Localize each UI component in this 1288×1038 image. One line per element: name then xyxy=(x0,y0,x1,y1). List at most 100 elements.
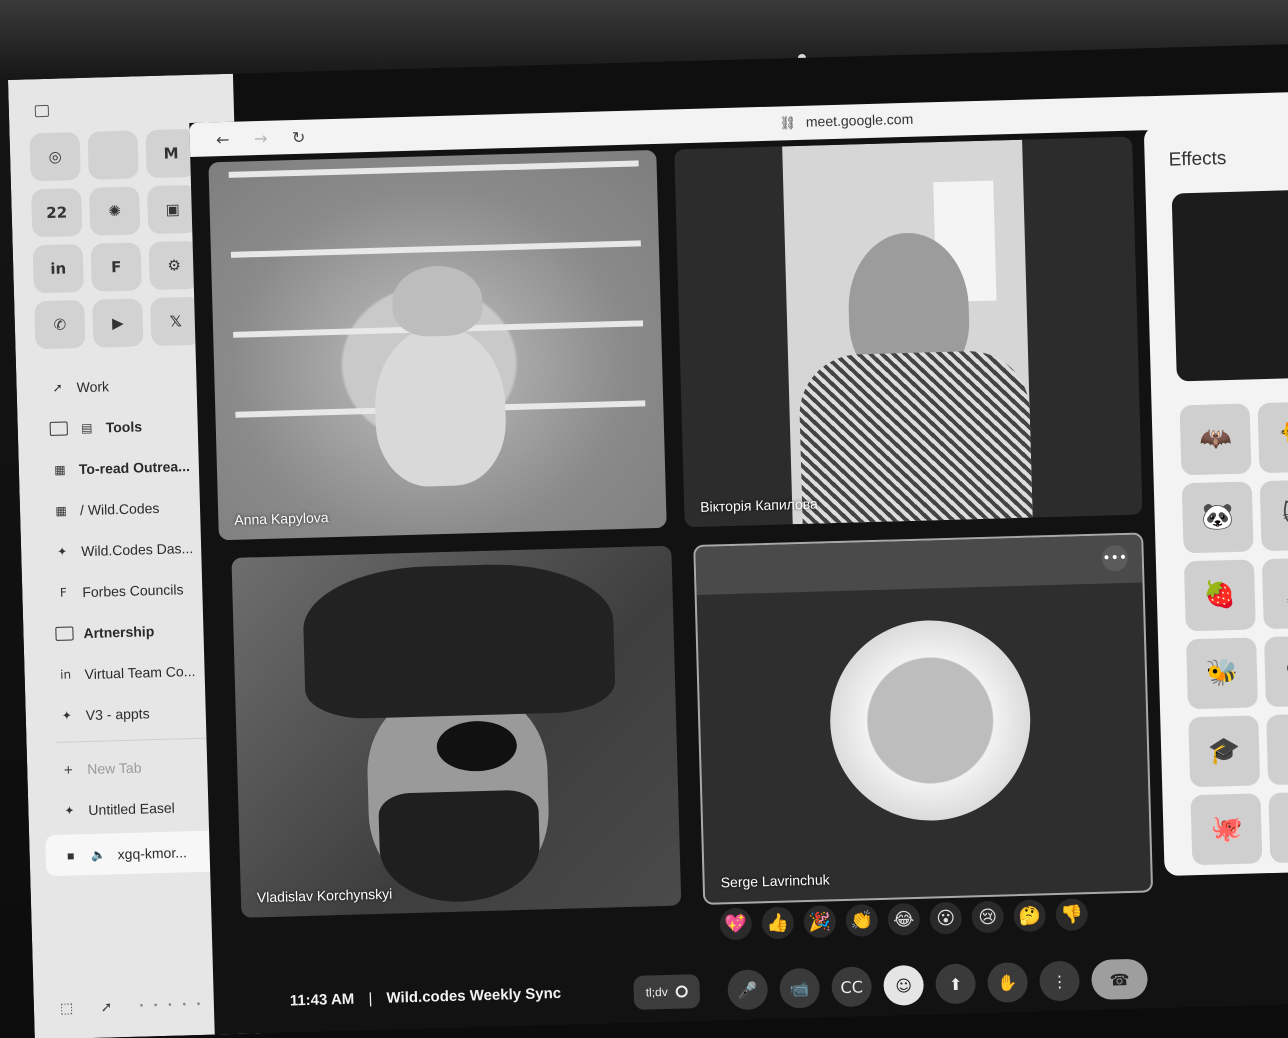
beard xyxy=(378,789,542,904)
reaction-button[interactable]: 😂 xyxy=(887,902,921,936)
astronaut-effect xyxy=(827,617,1033,824)
meeting-separator: | xyxy=(368,990,373,1008)
effect-option[interactable]: 🐙 xyxy=(1190,793,1263,866)
browser-content: ← → ↻ ⛓ meet.google.com Anna Kapylova Ві… xyxy=(189,91,1288,1035)
end-call-button[interactable]: ☎ xyxy=(1091,958,1149,1001)
record-icon xyxy=(675,985,688,998)
gmail-icon: M xyxy=(163,144,179,163)
reaction-button[interactable]: 👏 xyxy=(845,904,879,937)
more-options-button[interactable]: ⋮ xyxy=(1039,960,1081,1002)
participant-name: Anna Kapylova xyxy=(234,509,329,528)
doc-icon: ▦ xyxy=(54,462,66,477)
favorite-tile[interactable]: ▶ xyxy=(92,298,144,348)
participant-tile[interactable]: Anna Kapylova xyxy=(208,149,667,541)
sidebar-item-label: Untitled Easel xyxy=(88,799,175,818)
bookshelf xyxy=(230,240,641,258)
reaction-button[interactable]: 😢 xyxy=(971,900,1005,934)
reload-icon[interactable]: ↻ xyxy=(279,127,318,147)
sidebar-toggle-icon[interactable] xyxy=(34,104,50,118)
favorite-tile[interactable] xyxy=(87,130,139,180)
tldv-label: tl;dv xyxy=(645,984,668,1000)
effect-option[interactable]: 🎓 xyxy=(1188,715,1261,788)
tile-header xyxy=(695,534,1143,595)
url-bar[interactable]: ⛓ meet.google.com xyxy=(779,111,913,132)
folder-icon xyxy=(49,420,68,436)
sidebar-item-label: Artnership xyxy=(83,622,155,641)
present-icon: ⬆ xyxy=(948,974,963,994)
favorite-tile[interactable]: ✆ xyxy=(34,299,86,350)
effect-option[interactable]: 🐝 xyxy=(1186,637,1259,710)
whatsapp-icon: ✆ xyxy=(53,315,67,334)
calendar-icon: 22 xyxy=(46,203,68,222)
effect-option[interactable]: 🐰 xyxy=(1261,557,1288,630)
wildcodes-icon: ✦ xyxy=(61,707,72,723)
pirate-hat-effect xyxy=(301,561,616,720)
forbes-icon: F xyxy=(59,585,67,600)
back-icon[interactable]: ← xyxy=(203,129,242,149)
mic-button[interactable]: 🎤 xyxy=(727,969,769,1011)
participant-tile[interactable]: Вікторія Капилова xyxy=(674,136,1143,528)
rocket-icon[interactable]: ➚ xyxy=(100,998,112,1015)
linkedin-icon: in xyxy=(50,259,67,278)
reaction-button[interactable]: 👍 xyxy=(761,906,795,940)
effect-option[interactable]: 🐱 xyxy=(1259,479,1288,552)
present-button[interactable]: ⬆ xyxy=(935,963,977,1005)
effect-option[interactable]: 🐵 xyxy=(1264,635,1288,708)
tldv-button[interactable]: tl;dv xyxy=(633,974,701,1010)
reaction-button[interactable]: 👎 xyxy=(1055,898,1089,932)
x-icon: 𝕏 xyxy=(169,312,183,331)
effect-option[interactable]: 🦇 xyxy=(1179,403,1252,476)
captions-icon: CC xyxy=(840,976,864,997)
sidebar-item-label: V3 - appts xyxy=(85,704,150,723)
space-dots[interactable]: • • • • • xyxy=(140,999,205,1012)
sidebar-item-label: Virtual Team Co... xyxy=(84,662,196,682)
participant-video xyxy=(373,324,508,488)
toolbox-icon: ▤ xyxy=(80,420,93,435)
favorite-tile[interactable]: ◎ xyxy=(29,132,81,182)
favorite-tile[interactable]: 22 xyxy=(31,188,83,238)
reaction-button[interactable]: 😮 xyxy=(929,901,963,935)
emoji-button[interactable]: ☺ xyxy=(883,964,925,1006)
screen: ◎ M 22 ✺ ▣ in F ⚙ ✆ ▶ 𝕏 ➚ Work ▤ Tools ▦ To-read Outrea… xyxy=(8,43,1288,1038)
mic-icon: 🎤 xyxy=(737,979,758,1000)
archive-icon[interactable]: ⬚ xyxy=(60,1000,74,1017)
effects-preview xyxy=(1171,189,1288,382)
folder-icon xyxy=(55,625,74,641)
reaction-button[interactable]: 💖 xyxy=(719,907,753,941)
effect-option[interactable]: 🍓 xyxy=(1183,559,1256,632)
forward-icon[interactable]: → xyxy=(241,128,280,148)
favorite-tile[interactable]: F xyxy=(90,242,142,292)
captions-button[interactable]: CC xyxy=(831,966,873,1008)
speaker-icon: 🔈 xyxy=(90,847,107,862)
favorite-tile[interactable]: ✺ xyxy=(89,186,141,236)
participant-name: Serge Lavrinchuk xyxy=(720,871,830,891)
raise-hand-button[interactable]: ✋ xyxy=(987,961,1029,1003)
reaction-button[interactable]: 🤔 xyxy=(1013,899,1047,933)
favorite-tile[interactable]: in xyxy=(32,243,84,294)
sidebar-item-label: To-read Outrea... xyxy=(78,457,191,477)
effect-option[interactable]: 🐈 xyxy=(1257,401,1288,474)
youtube-icon: ▶ xyxy=(111,313,124,333)
houndstooth-jacket xyxy=(798,349,1033,524)
hand-icon: ✋ xyxy=(997,972,1018,993)
camera-button[interactable]: 📹 xyxy=(779,967,821,1009)
meeting-info: 11:43 AM | Wild.codes Weekly Sync xyxy=(290,985,562,1010)
app-icon: ▣ xyxy=(165,200,181,219)
easel-icon: ✦ xyxy=(64,802,75,818)
link-icon: ⛓ xyxy=(779,116,797,132)
new-tab-label: New Tab xyxy=(87,759,142,777)
participant-tile[interactable]: Vladislav Korchynskyi xyxy=(231,545,682,918)
effects-title: Effects xyxy=(1168,148,1227,171)
sidebar-item-label: / Wild.Codes xyxy=(79,499,160,518)
rocket-icon: ➚ xyxy=(52,380,63,395)
effect-option[interactable]: 🐼 xyxy=(1181,481,1254,554)
effect-option[interactable]: ⏰ xyxy=(1268,791,1288,864)
more-icon: ⋮ xyxy=(1051,971,1068,991)
url-text: meet.google.com xyxy=(805,110,914,130)
emoji-icon: ☺ xyxy=(895,975,913,996)
reaction-button[interactable]: 🎉 xyxy=(803,905,837,939)
effect-option[interactable]: 🐟 xyxy=(1266,713,1288,786)
participant-tile-self[interactable]: ••• Serge Lavrinchuk xyxy=(693,532,1154,905)
effects-panel: Effects 🦇🐈🐼🐱🍓🐰🐝🐵🎓🐟🐙⏰ xyxy=(1143,121,1288,877)
sidebar-item-label: Work xyxy=(76,377,110,395)
